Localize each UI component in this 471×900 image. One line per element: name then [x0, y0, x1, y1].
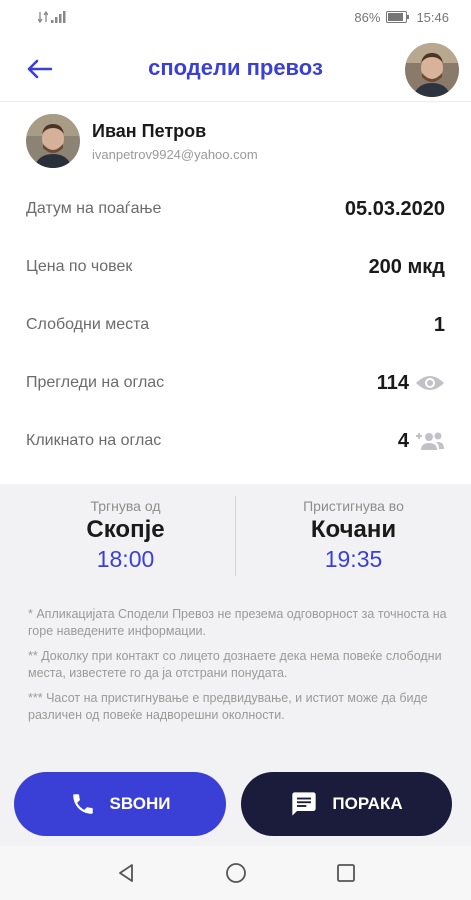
detail-label: Датум на поаѓање	[26, 200, 162, 217]
status-bar: 86% 15:46	[0, 0, 471, 34]
data-icon	[38, 11, 48, 23]
page-title: сподели превоз	[148, 55, 323, 80]
detail-row-price: Цена по човек 200 мкд	[0, 238, 471, 296]
disclaimer-notes: * Апликацијата Сподели Превоз не презема…	[28, 606, 448, 732]
detail-label: Прегледи на оглас	[26, 374, 165, 391]
detail-value: 114	[376, 371, 409, 394]
system-nav-bar	[0, 846, 471, 900]
square-recents-icon	[336, 864, 355, 882]
eye-icon	[415, 373, 445, 393]
call-button[interactable]: SВОНИ	[14, 772, 226, 836]
profile-avatar	[26, 114, 80, 168]
detail-label: Цена по човек	[26, 258, 133, 275]
battery-icon	[386, 11, 410, 23]
detail-row-date: Датум на поаѓање 05.03.2020	[0, 180, 471, 238]
profile-email: ivanpetrov9924@yahoo.com	[92, 146, 258, 162]
arrival-label: Пристигнува во	[303, 498, 404, 514]
call-button-label: SВОНИ	[109, 794, 171, 813]
battery-percent: 86%	[354, 9, 381, 25]
nav-recents-button[interactable]	[332, 859, 360, 887]
triangle-back-icon	[118, 864, 133, 882]
signal-icon	[51, 11, 66, 23]
note: ** Доколку при контакт со лицето дознает…	[28, 649, 442, 680]
profile-name: Иван Петров	[92, 120, 207, 141]
nav-back-button[interactable]	[112, 859, 140, 887]
signal-indicator	[38, 11, 67, 23]
detail-row-seats: Слободни места 1	[0, 296, 471, 354]
route-departure: Тргнува од Скопје 18:00	[8, 498, 243, 573]
arrival-time: 19:35	[324, 546, 383, 572]
detail-row-clicks: Кликнато на оглас 4	[0, 412, 471, 470]
detail-row-views: Прегледи на оглас 114	[0, 354, 471, 412]
route-info: Тргнува од Скопје 18:00 Пристигнува во К…	[0, 484, 471, 584]
detail-label: Кликнато на оглас	[26, 432, 162, 449]
arrow-left-icon	[27, 59, 52, 79]
phone-icon	[72, 794, 93, 814]
departure-label: Тргнува од	[90, 498, 161, 514]
detail-value: 200 мкд	[368, 255, 445, 278]
avatar[interactable]	[405, 43, 459, 97]
departure-time: 18:00	[96, 546, 155, 572]
route-arrival: Пристигнува во Кочани 19:35	[236, 498, 471, 573]
departure-city: Скопје	[86, 516, 165, 543]
circle-home-icon	[225, 863, 246, 883]
detail-value: 1	[433, 313, 445, 336]
group-add-icon	[415, 431, 445, 451]
detail-label: Слободни места	[26, 316, 150, 333]
detail-value: 4	[397, 429, 409, 452]
message-icon	[292, 792, 317, 816]
ride-details: Датум на поаѓање 05.03.2020 Цена по чове…	[0, 180, 471, 470]
message-button-label: ПОРАКА	[332, 794, 403, 813]
note: * Апликацијата Сподели Превоз не презема…	[28, 607, 447, 638]
clock: 15:46	[416, 9, 449, 25]
profile: Иван Петров ivanpetrov9924@yahoo.com	[26, 113, 258, 169]
nav-home-button[interactable]	[222, 859, 250, 887]
user-photo-icon	[26, 114, 80, 168]
message-button[interactable]: ПОРАКА	[241, 772, 452, 836]
note: *** Часот на пристигнување е предвидувањ…	[28, 691, 428, 722]
arrival-city: Кочани	[310, 516, 397, 543]
back-button[interactable]	[22, 52, 56, 86]
app-header: сподели превоз	[0, 34, 471, 102]
route-panel: Тргнува од Скопје 18:00 Пристигнува во К…	[0, 484, 471, 846]
user-photo-icon	[405, 43, 459, 97]
detail-value: 05.03.2020	[344, 197, 445, 220]
